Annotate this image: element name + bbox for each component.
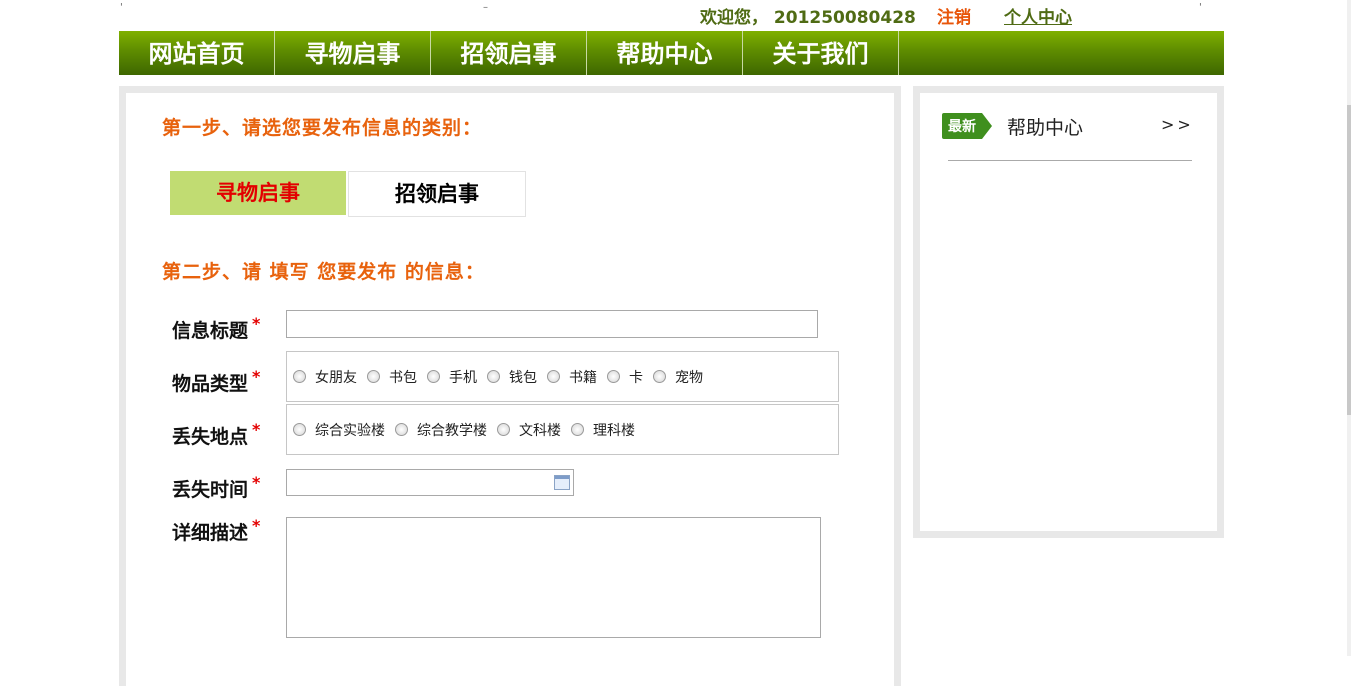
title-label: 信息标题 * (172, 314, 261, 343)
title-input[interactable] (286, 310, 818, 338)
type-radio-pet[interactable]: 宠物 (653, 367, 703, 387)
post-form-panel: 第一步、请选您要发布信息的类别： 寻物启事 招领启事 第二步、请 填写 您要发布… (119, 86, 901, 686)
type-label: 物品类型 * (172, 367, 261, 396)
radio-label: 理科楼 (593, 422, 635, 439)
main-nav: 网站首页 寻物启事 招领启事 帮助中心 关于我们 (119, 31, 1224, 75)
type-radio-girlfriend[interactable]: 女朋友 (293, 367, 357, 387)
required-mark: * (252, 367, 261, 386)
radio-circle[interactable] (293, 370, 306, 383)
step1-heading: 第一步、请选您要发布信息的类别： (162, 117, 483, 139)
nav-item-about[interactable]: 关于我们 (743, 31, 899, 75)
radio-circle[interactable] (427, 370, 440, 383)
radio-label: 钱包 (509, 369, 537, 386)
time-label-text: 丢失时间 (172, 479, 249, 501)
radio-circle[interactable] (547, 370, 560, 383)
sidebar: 最新 帮助中心 >> (920, 93, 1217, 531)
top-bar: ' – 欢迎您， 201250080428 注销 个人中心 ' (119, 0, 1224, 31)
radio-label: 综合实验楼 (315, 422, 385, 439)
place-radio-arts-building[interactable]: 文科楼 (497, 420, 561, 440)
decor-mark: ' (120, 2, 123, 13)
radio-label: 卡 (629, 369, 643, 386)
radio-label: 书包 (389, 369, 417, 386)
radio-label: 书籍 (569, 369, 597, 386)
required-mark: * (252, 420, 261, 439)
category-tabs: 寻物启事 招领启事 (170, 171, 526, 217)
place-label: 丢失地点 * (172, 420, 261, 449)
type-radio-book[interactable]: 书籍 (547, 367, 597, 387)
radio-circle[interactable] (571, 423, 584, 436)
new-badge-text: 最新 (948, 118, 976, 135)
type-radio-bag[interactable]: 书包 (367, 367, 417, 387)
radio-label: 女朋友 (315, 369, 357, 386)
sidebar-panel: 最新 帮助中心 >> (913, 86, 1224, 538)
time-input[interactable] (286, 469, 574, 496)
desc-label: 详细描述 * (172, 516, 261, 545)
tab-lost[interactable]: 寻物启事 (170, 171, 346, 215)
place-radio-science-building[interactable]: 理科楼 (571, 420, 635, 440)
radio-label: 手机 (449, 369, 477, 386)
radio-label: 综合教学楼 (417, 422, 487, 439)
required-mark: * (252, 516, 261, 535)
post-form: 第一步、请选您要发布信息的类别： 寻物启事 招领启事 第二步、请 填写 您要发布… (126, 93, 894, 686)
step2-heading: 第二步、请 填写 您要发布 的信息： (162, 261, 485, 283)
more-link[interactable]: >> (1161, 115, 1194, 134)
time-label: 丢失时间 * (172, 473, 261, 502)
radio-circle[interactable] (395, 423, 408, 436)
nav-item-home[interactable]: 网站首页 (119, 31, 275, 75)
type-radio-wallet[interactable]: 钱包 (487, 367, 537, 387)
calendar-icon[interactable] (554, 475, 570, 490)
type-radio-group: 女朋友 书包 手机 钱包 书籍 卡 宠物 (286, 351, 839, 402)
radio-circle[interactable] (497, 423, 510, 436)
decor-mark: – (483, 2, 488, 13)
description-textarea[interactable] (286, 517, 821, 638)
desc-label-text: 详细描述 (172, 522, 249, 544)
divider (948, 160, 1192, 161)
sidebar-title: 帮助中心 (1007, 117, 1084, 139)
radio-circle[interactable] (653, 370, 666, 383)
required-mark: * (252, 473, 261, 492)
radio-circle[interactable] (487, 370, 500, 383)
radio-label: 宠物 (675, 369, 703, 386)
page: ' – 欢迎您， 201250080428 注销 个人中心 ' 网站首页 寻物启… (119, 0, 1224, 686)
profile-link[interactable]: 个人中心 (1004, 3, 1072, 28)
type-radio-card[interactable]: 卡 (607, 367, 643, 387)
place-radio-teaching-building[interactable]: 综合教学楼 (395, 420, 487, 440)
place-radio-lab-building[interactable]: 综合实验楼 (293, 420, 385, 440)
nav-item-lost[interactable]: 寻物启事 (275, 31, 431, 75)
type-label-text: 物品类型 (172, 373, 249, 395)
nav-item-help[interactable]: 帮助中心 (587, 31, 743, 75)
scrollbar-thumb[interactable] (1347, 105, 1351, 415)
scrollbar[interactable] (1347, 0, 1351, 656)
new-badge-icon: 最新 (942, 113, 992, 139)
place-label-text: 丢失地点 (172, 426, 249, 448)
type-radio-phone[interactable]: 手机 (427, 367, 477, 387)
nav-item-found[interactable]: 招领启事 (431, 31, 587, 75)
required-mark: * (252, 314, 261, 333)
radio-circle[interactable] (607, 370, 620, 383)
title-label-text: 信息标题 (172, 320, 249, 342)
radio-label: 文科楼 (519, 422, 561, 439)
tab-found[interactable]: 招领启事 (348, 171, 526, 217)
place-radio-group: 综合实验楼 综合教学楼 文科楼 理科楼 (286, 404, 839, 455)
logout-link[interactable]: 注销 (937, 3, 971, 28)
decor-mark: ' (1199, 2, 1202, 13)
radio-circle[interactable] (293, 423, 306, 436)
radio-circle[interactable] (367, 370, 380, 383)
welcome-text: 欢迎您， 201250080428 (700, 8, 916, 28)
